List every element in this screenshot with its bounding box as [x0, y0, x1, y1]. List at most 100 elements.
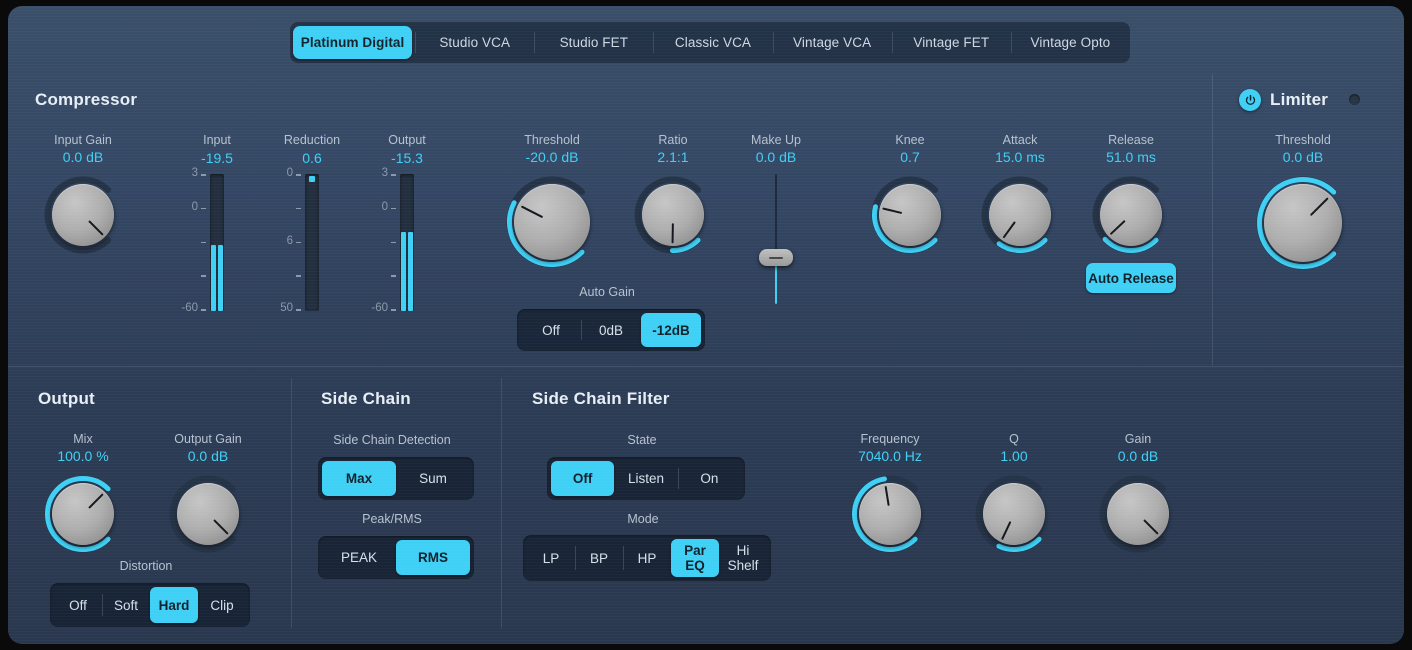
param-limiter-threshold[interactable]: Threshold 0.0 dB — [1253, 133, 1353, 271]
param-input-gain[interactable]: Input Gain 0.0 dB — [33, 133, 133, 255]
limiter-threshold-knob[interactable] — [1255, 175, 1351, 271]
segment-hp[interactable]: HP — [623, 539, 671, 577]
side-chain-detection-caption: Side Chain Detection — [318, 433, 466, 447]
param-value: 0.0 dB — [33, 148, 133, 167]
compressor-section-title: Compressor — [35, 90, 137, 110]
filter-mode-selector[interactable]: LPBPHPParEQHiShelf — [523, 535, 771, 581]
param-label: Release — [1081, 133, 1181, 148]
segment-lp[interactable]: LP — [527, 539, 575, 577]
param-frequency[interactable]: Frequency 7040.0 Hz — [840, 432, 940, 554]
make-up-slider-handle[interactable] — [759, 249, 793, 266]
auto-gain-selector[interactable]: Off0dB-12dB — [517, 309, 705, 351]
tab-platinum-digital[interactable]: Platinum Digital — [293, 26, 412, 59]
param-label: Knee — [860, 133, 960, 148]
meter-tick-mark — [391, 174, 396, 176]
param-mix[interactable]: Mix 100.0 % — [33, 432, 133, 554]
segment-bp[interactable]: BP — [575, 539, 623, 577]
meter-tick-mark — [391, 208, 396, 210]
segment-0db[interactable]: 0dB — [581, 313, 641, 347]
param-label: Threshold — [492, 133, 612, 148]
segment-rms[interactable]: RMS — [396, 540, 470, 575]
param-label: Gain — [1088, 432, 1188, 447]
param-knee[interactable]: Knee 0.7 — [860, 133, 960, 255]
meter-tick-mark — [391, 309, 396, 311]
param-label: Frequency — [840, 432, 940, 447]
segment-hard[interactable]: Hard — [150, 587, 198, 623]
segment-clip[interactable]: Clip — [198, 587, 246, 623]
segment-on[interactable]: On — [678, 461, 741, 496]
filter-state-selector[interactable]: OffListenOn — [547, 457, 745, 500]
q-knob[interactable] — [974, 474, 1054, 554]
param-label: Attack — [970, 133, 1070, 148]
release-knob[interactable] — [1091, 175, 1171, 255]
output-gain-knob[interactable] — [168, 474, 248, 554]
side-chain-detection-selector[interactable]: MaxSum — [318, 457, 474, 500]
meter-tick-label: 50 — [241, 302, 293, 314]
meter-tick-label: 0 — [241, 167, 293, 179]
param-value: 15.0 ms — [970, 148, 1070, 167]
meter-tick-label: 6 — [241, 235, 293, 247]
filter-mode-caption: Mode — [523, 512, 763, 526]
param-label: Q — [964, 432, 1064, 447]
param-release[interactable]: Release 51.0 ms — [1081, 133, 1181, 255]
segment-hi-shelf[interactable]: HiShelf — [719, 539, 767, 577]
attack-knob[interactable] — [980, 175, 1060, 255]
distortion-selector[interactable]: OffSoftHardClip — [50, 583, 250, 627]
param-threshold[interactable]: Threshold -20.0 dB — [492, 133, 612, 269]
param-q[interactable]: Q 1.00 — [964, 432, 1064, 554]
param-value: 0.0 dB — [1088, 447, 1188, 466]
meter-tick-mark — [201, 275, 206, 277]
limiter-divider — [1212, 74, 1213, 366]
segment-peak[interactable]: PEAK — [322, 540, 396, 575]
threshold-knob[interactable] — [505, 175, 599, 269]
output-section-title: Output — [38, 389, 95, 409]
param-attack[interactable]: Attack 15.0 ms — [970, 133, 1070, 255]
meter-tick-mark — [201, 208, 206, 210]
segment-soft[interactable]: Soft — [102, 587, 150, 623]
param-value: 51.0 ms — [1081, 148, 1181, 167]
auto-release-button[interactable]: Auto Release — [1086, 263, 1176, 293]
meter-tick-mark — [296, 174, 301, 176]
param-value: 0.7 — [860, 148, 960, 167]
model-tab-bar[interactable]: Platinum DigitalStudio VCAStudio FETClas… — [290, 22, 1130, 63]
tab-classic-vca[interactable]: Classic VCA — [653, 26, 772, 59]
param-filter-gain[interactable]: Gain 0.0 dB — [1088, 432, 1188, 554]
meter-tick-mark — [296, 208, 301, 210]
segment-sum[interactable]: Sum — [396, 461, 470, 496]
meter-tick-label: -60 — [146, 302, 198, 314]
tab-studio-fet[interactable]: Studio FET — [534, 26, 653, 59]
meter-tick-mark — [296, 275, 301, 277]
tab-vintage-vca[interactable]: Vintage VCA — [773, 26, 892, 59]
param-output-gain[interactable]: Output Gain 0.0 dB — [158, 432, 258, 554]
param-ratio[interactable]: Ratio 2.1:1 — [623, 133, 723, 255]
meter-tick-mark — [201, 309, 206, 311]
input-gain-knob[interactable] — [43, 175, 123, 255]
param-make-up[interactable]: Make Up 0.0 dB — [726, 133, 826, 167]
meter-track-reduction — [305, 174, 319, 311]
frequency-knob[interactable] — [850, 474, 930, 554]
segment-listen[interactable]: Listen — [614, 461, 677, 496]
limiter-power-button[interactable] — [1239, 89, 1261, 111]
meter-fill-input — [211, 245, 216, 311]
segment-off[interactable]: Off — [521, 313, 581, 347]
segment--12db[interactable]: -12dB — [641, 313, 701, 347]
ratio-knob[interactable] — [633, 175, 713, 255]
tab-vintage-fet[interactable]: Vintage FET — [892, 26, 1011, 59]
segment-off[interactable]: Off — [551, 461, 614, 496]
segment-off[interactable]: Off — [54, 587, 102, 623]
mix-knob[interactable] — [43, 474, 123, 554]
param-label: Make Up — [726, 133, 826, 148]
sidechain-divider — [291, 378, 292, 628]
param-label: Ratio — [623, 133, 723, 148]
tab-vintage-opto[interactable]: Vintage Opto — [1011, 26, 1130, 59]
peak-rms-selector[interactable]: PEAKRMS — [318, 536, 474, 579]
filter-gain-knob[interactable] — [1098, 474, 1178, 554]
meter-tick-mark — [391, 242, 396, 244]
tab-studio-vca[interactable]: Studio VCA — [415, 26, 534, 59]
knee-knob[interactable] — [870, 175, 950, 255]
meter-label: Output — [347, 133, 467, 148]
segment-par-eq[interactable]: ParEQ — [671, 539, 719, 577]
segment-max[interactable]: Max — [322, 461, 396, 496]
meter-fill-output — [408, 232, 413, 311]
make-up-slider-fill — [775, 260, 777, 304]
